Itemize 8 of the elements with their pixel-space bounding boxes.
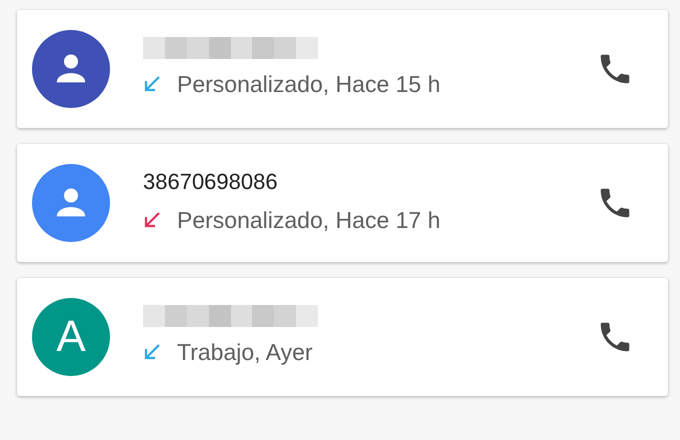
call-log-card[interactable]: Personalizado, Hace 15 h (17, 10, 668, 128)
call-log-card[interactable]: 38670698086 Personalizado, Hace 17 h (17, 144, 668, 262)
call-detail: Trabajo, Ayer (177, 338, 313, 367)
call-detail: Personalizado, Hace 17 h (177, 206, 440, 235)
contact-avatar[interactable]: A (32, 298, 110, 376)
call-detail: Personalizado, Hace 15 h (177, 70, 440, 99)
call-log-card[interactable]: A Trabajo, Ayer (17, 278, 668, 396)
caller-number: 38670698086 (143, 168, 279, 195)
